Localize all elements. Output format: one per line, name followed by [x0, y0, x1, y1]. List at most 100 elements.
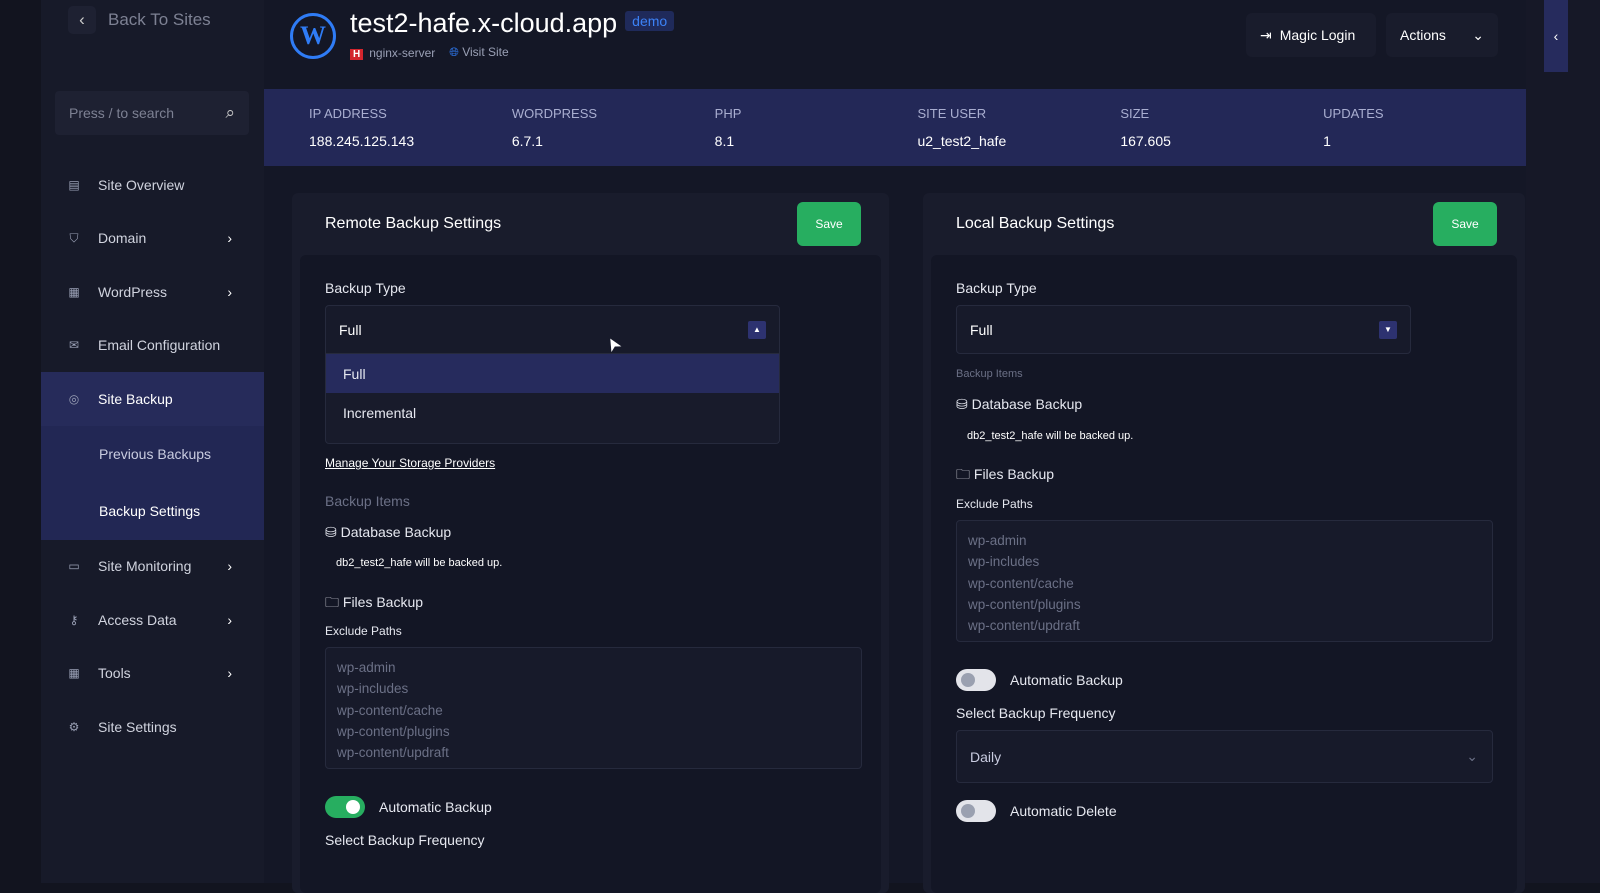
sidebar-item-tools[interactable]: ▦ Tools › — [41, 647, 264, 701]
local-backup-card: Local Backup Settings Save Backup Type F… — [923, 193, 1525, 893]
collapse-panel-button[interactable]: ‹ — [1544, 0, 1568, 72]
selected-value: Full — [970, 321, 993, 338]
folder-icon: 🗀 — [325, 594, 339, 610]
main-content: W test2-hafe.x-cloud.app demo Hnginx-serv… — [264, 0, 1526, 893]
label: Database Backup — [971, 396, 1083, 412]
mail-icon: ✉ — [68, 338, 80, 353]
magic-login-button[interactable]: ⇥ Magic Login — [1246, 13, 1376, 57]
sidebar-item-email[interactable]: ✉ Email Configuration — [41, 319, 264, 373]
database-icon: ⛁ — [325, 524, 337, 540]
gear-icon: ⚙ — [68, 719, 80, 734]
sidebar-item-access-data[interactable]: ⚷ Access Data › — [41, 593, 264, 647]
remote-backup-card: Remote Backup Settings Save Backup Type … — [292, 193, 889, 893]
frequency-select[interactable]: Daily ⌄ — [956, 730, 1493, 783]
server-icon: H — [350, 48, 364, 60]
label: Site Monitoring — [98, 558, 192, 575]
label: Access Data — [98, 611, 177, 628]
manage-storage-link[interactable]: Manage Your Storage Providers — [325, 456, 495, 470]
actions-dropdown[interactable]: Actions ⌄ — [1386, 13, 1498, 57]
stat-site-user: SITE USER u2_test2_hafe — [917, 89, 1120, 166]
chevron-right-icon: › — [227, 230, 232, 247]
login-icon: ⇥ — [1260, 26, 1272, 43]
search-icon: ⌕ — [225, 103, 235, 122]
stat-label: UPDATES — [1323, 106, 1384, 121]
backup-type-dropdown: Full Incremental — [325, 354, 780, 444]
automatic-delete-toggle[interactable] — [956, 800, 996, 822]
frequency-label: Select Backup Frequency — [325, 832, 485, 848]
exclude-paths-textarea[interactable]: wp-admin wp-includes wp-content/cache wp… — [325, 647, 862, 769]
stat-label: PHP — [714, 106, 742, 121]
stat-label: SIZE — [1120, 106, 1150, 121]
tools-icon: ▦ — [68, 666, 80, 681]
sidebar-item-site-overview[interactable]: ▤ Site Overview — [41, 158, 264, 212]
caret-up-icon: ▲ — [748, 320, 766, 339]
sidebar-sub-previous-backups[interactable]: Previous Backups — [41, 425, 264, 483]
server-link[interactable]: Hnginx-server — [350, 46, 435, 60]
files-backup-label: 🗀 Files Backup — [956, 464, 1054, 488]
database-backup-label: ⛁ Database Backup — [956, 396, 1082, 413]
stat-wordpress: WORDPRESS 6.7.1 — [512, 89, 715, 166]
caret-down-icon: ▼ — [1379, 320, 1397, 339]
label: Site Backup — [98, 390, 173, 407]
label: Tools — [98, 665, 131, 682]
save-button[interactable]: Save — [1433, 202, 1497, 246]
chevron-down-icon: ⌄ — [1466, 748, 1478, 764]
stat-label: WORDPRESS — [511, 106, 598, 121]
card-title: Remote Backup Settings — [325, 215, 502, 232]
sidebar-item-site-monitoring[interactable]: ▭ Site Monitoring › — [41, 540, 264, 594]
save-button[interactable]: Save — [797, 202, 861, 246]
backup-items-label: Backup Items — [956, 368, 1023, 380]
wordpress-icon: ▦ — [68, 284, 80, 299]
card-title: Local Backup Settings — [956, 215, 1115, 232]
search-input[interactable]: Press / to search ⌕ — [55, 91, 249, 135]
demo-badge: demo — [625, 11, 675, 31]
stat-ip: IP ADDRESS 188.245.125.143 — [309, 89, 512, 166]
visit-site-link[interactable]: 🌐︎ Visit Site — [449, 45, 508, 60]
chevron-right-icon: › — [227, 283, 232, 300]
chevron-right-icon: › — [227, 665, 232, 682]
search-placeholder: Press / to search — [69, 105, 175, 121]
label: Files Backup — [342, 594, 424, 610]
selected-value: Daily — [970, 748, 1002, 765]
chevron-down-icon: ⌄ — [1472, 26, 1484, 43]
stat-value: 1 — [1323, 133, 1331, 149]
exclude-paths-textarea[interactable]: wp-admin wp-includes wp-content/cache wp… — [956, 520, 1493, 642]
stat-updates: UPDATES 1 — [1323, 89, 1526, 166]
database-backup-label: ⛁ Database Backup — [325, 524, 451, 541]
site-stats-bar: IP ADDRESS 188.245.125.143 WORDPRESS 6.7.1… — [264, 89, 1526, 166]
sidebar-item-site-backup[interactable]: ◎ Site Backup — [41, 372, 264, 426]
stat-label: SITE USER — [917, 106, 987, 121]
stat-size: SIZE 167.605 — [1120, 89, 1323, 166]
sidebar-item-domain[interactable]: ⛉ Domain › — [41, 212, 264, 266]
shield-icon: ⛉ — [69, 230, 79, 245]
label: Actions — [1400, 27, 1446, 43]
stat-value: 188.245.125.143 — [309, 133, 415, 149]
sidebar-item-site-settings[interactable]: ⚙ Site Settings — [41, 700, 264, 754]
label: Database Backup — [340, 524, 452, 540]
backup-type-select[interactable]: Full ▲ — [325, 305, 780, 354]
backup-type-select[interactable]: Full ▼ — [956, 305, 1411, 354]
chevron-left-icon: ‹ — [1553, 28, 1559, 44]
option-incremental[interactable]: Incremental — [326, 393, 779, 432]
label: Site Settings — [98, 718, 177, 735]
back-to-sites-link[interactable]: ‹ Back To Sites — [68, 6, 211, 34]
option-full[interactable]: Full — [326, 354, 779, 393]
automatic-backup-toggle[interactable] — [325, 796, 365, 818]
label: WordPress — [98, 283, 167, 300]
sidebar-sub-backup-settings[interactable]: Backup Settings — [41, 482, 264, 540]
backup-items-label: Backup Items — [325, 493, 410, 509]
sidebar-item-wordpress[interactable]: ▦ WordPress › — [41, 265, 264, 319]
globe-icon: 🌐︎ — [449, 45, 459, 59]
page-title: test2-hafe.x-cloud.app — [350, 8, 618, 38]
automatic-backup-toggle[interactable] — [956, 669, 996, 691]
automatic-backup-label: Automatic Backup — [1010, 672, 1123, 688]
label: Email Configuration — [98, 337, 221, 354]
stat-value: 6.7.1 — [511, 133, 543, 149]
exclude-paths-label: Exclude Paths — [956, 497, 1033, 511]
visit-label: Visit Site — [462, 45, 509, 59]
backup-icon: ◎ — [68, 391, 80, 406]
overview-icon: ▤ — [68, 177, 80, 192]
sidebar: ‹ Back To Sites Press / to search ⌕ ▤ Site … — [41, 0, 264, 883]
right-panel: ‹ — [1526, 0, 1600, 883]
db-note: db2_test2_hafe will be backed up. — [336, 557, 503, 569]
